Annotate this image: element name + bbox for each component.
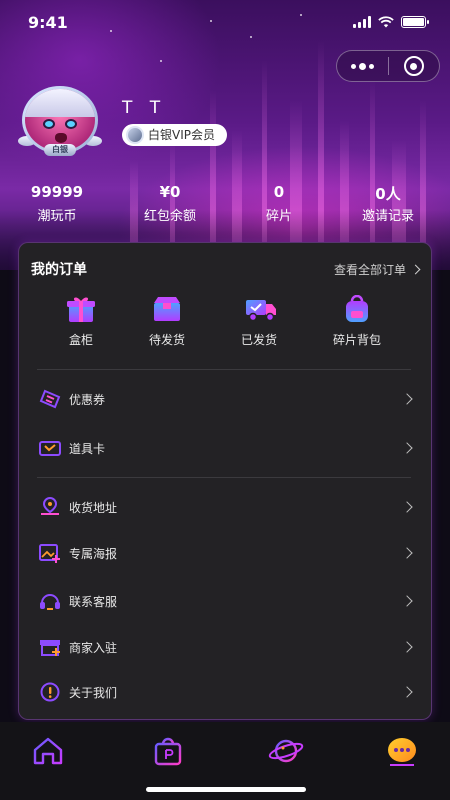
stat-fragments[interactable]: 0 碎片 xyxy=(252,183,306,224)
menu-item-exclusive-poster[interactable]: 专属海报 xyxy=(19,531,431,575)
headset-icon xyxy=(39,591,60,611)
chevron-right-icon xyxy=(401,393,413,405)
menu-item-merchant-join[interactable]: 商家入驻 xyxy=(19,625,431,669)
vip-badge[interactable]: 白银VIP会员 xyxy=(122,124,227,146)
view-all-orders-label: 查看全部订单 xyxy=(333,262,406,277)
username: T T xyxy=(122,98,167,118)
menu-item-label: 收货地址 xyxy=(69,500,118,515)
location-pin-icon xyxy=(39,496,59,517)
shopping-bag-icon xyxy=(154,737,182,766)
chevron-right-icon xyxy=(401,641,413,653)
delivery-truck-icon xyxy=(244,295,276,323)
store-icon xyxy=(39,637,60,657)
stat-value: 0人 xyxy=(375,185,401,203)
battery-icon xyxy=(401,16,429,28)
stat-label: 邀请记录 xyxy=(361,209,414,224)
cellular-signal-icon xyxy=(353,16,371,28)
order-item-pending-shipment[interactable]: 待发货 xyxy=(127,295,207,348)
target-circle-icon xyxy=(403,56,424,76)
stat-coins[interactable]: 99999 潮玩币 xyxy=(22,183,92,224)
vip-label: 白银VIP会员 xyxy=(148,128,215,142)
menu-item-prop-cards[interactable]: 道具卡 xyxy=(19,426,431,470)
my-orders-card: 我的订单 查看全部订单 盒柜 待发货 已发货 碎片背包 优惠券 道具卡 收货地址… xyxy=(18,242,432,720)
poster-image-icon xyxy=(39,543,60,563)
status-bar: 9:41 xyxy=(0,0,450,44)
mini-program-capsule xyxy=(336,50,440,82)
order-item-shipped[interactable]: 已发货 xyxy=(219,295,299,348)
menu-item-shipping-address[interactable]: 收货地址 xyxy=(19,485,431,529)
more-dots-icon xyxy=(350,62,374,70)
menu-item-label: 关于我们 xyxy=(69,685,118,700)
menu-item-customer-service[interactable]: 联系客服 xyxy=(19,579,431,623)
vip-gem-icon xyxy=(126,126,144,144)
tab-home[interactable] xyxy=(30,736,66,766)
divider xyxy=(37,477,411,478)
stat-invites[interactable]: 0人 邀请记录 xyxy=(352,183,424,224)
gift-box-icon xyxy=(66,295,96,323)
menu-item-label: 道具卡 xyxy=(69,441,106,456)
home-icon xyxy=(33,737,63,765)
order-item-fragment-backpack[interactable]: 碎片背包 xyxy=(317,294,397,348)
chevron-right-icon xyxy=(401,686,413,698)
status-time: 9:41 xyxy=(28,12,68,32)
chevron-right-icon xyxy=(401,595,413,607)
view-all-orders-link[interactable]: 查看全部订单 xyxy=(333,261,421,278)
more-options-button[interactable] xyxy=(337,51,388,81)
tab-me[interactable] xyxy=(384,736,420,766)
info-alert-icon xyxy=(39,682,60,702)
stat-red-packet[interactable]: ¥0 红包余额 xyxy=(132,183,208,224)
order-item-label: 盒柜 xyxy=(68,333,93,347)
stat-label: 碎片 xyxy=(265,209,292,224)
divider xyxy=(37,369,411,370)
close-mini-program-button[interactable] xyxy=(389,51,440,81)
avatar-rank-badge: 白银 xyxy=(44,144,76,156)
chevron-right-icon xyxy=(401,501,413,513)
menu-item-coupons[interactable]: 优惠券 xyxy=(19,377,431,421)
stat-label: 潮玩币 xyxy=(37,209,77,224)
chevron-right-icon xyxy=(401,547,413,559)
stat-value: 0 xyxy=(273,183,285,201)
coupon-icon xyxy=(39,389,61,409)
menu-item-label: 优惠券 xyxy=(69,392,106,407)
package-box-icon xyxy=(152,295,182,323)
stat-label: 红包余额 xyxy=(143,209,196,224)
order-item-box-cabinet[interactable]: 盒柜 xyxy=(41,295,121,348)
menu-item-label: 商家入驻 xyxy=(69,640,118,655)
chevron-right-icon xyxy=(401,442,413,454)
order-item-label: 待发货 xyxy=(148,333,185,347)
planet-icon xyxy=(268,739,304,763)
ticket-card-icon xyxy=(39,438,61,458)
menu-item-about-us[interactable]: 关于我们 xyxy=(19,670,431,714)
menu-item-label: 专属海报 xyxy=(69,546,118,561)
orders-title: 我的订单 xyxy=(31,262,87,278)
backpack-icon xyxy=(342,294,372,323)
tab-shop[interactable] xyxy=(150,736,186,766)
stat-value: ¥0 xyxy=(159,183,181,201)
chevron-right-icon xyxy=(410,264,421,274)
wifi-icon xyxy=(378,16,394,28)
menu-item-label: 联系客服 xyxy=(69,594,118,609)
chat-face-icon xyxy=(388,738,416,766)
order-item-label: 碎片背包 xyxy=(332,333,381,347)
home-indicator xyxy=(146,787,306,792)
avatar[interactable]: 白银 xyxy=(18,86,102,158)
stat-value: 99999 xyxy=(30,183,84,201)
tab-discover[interactable] xyxy=(268,736,304,766)
order-item-label: 已发货 xyxy=(240,333,277,347)
